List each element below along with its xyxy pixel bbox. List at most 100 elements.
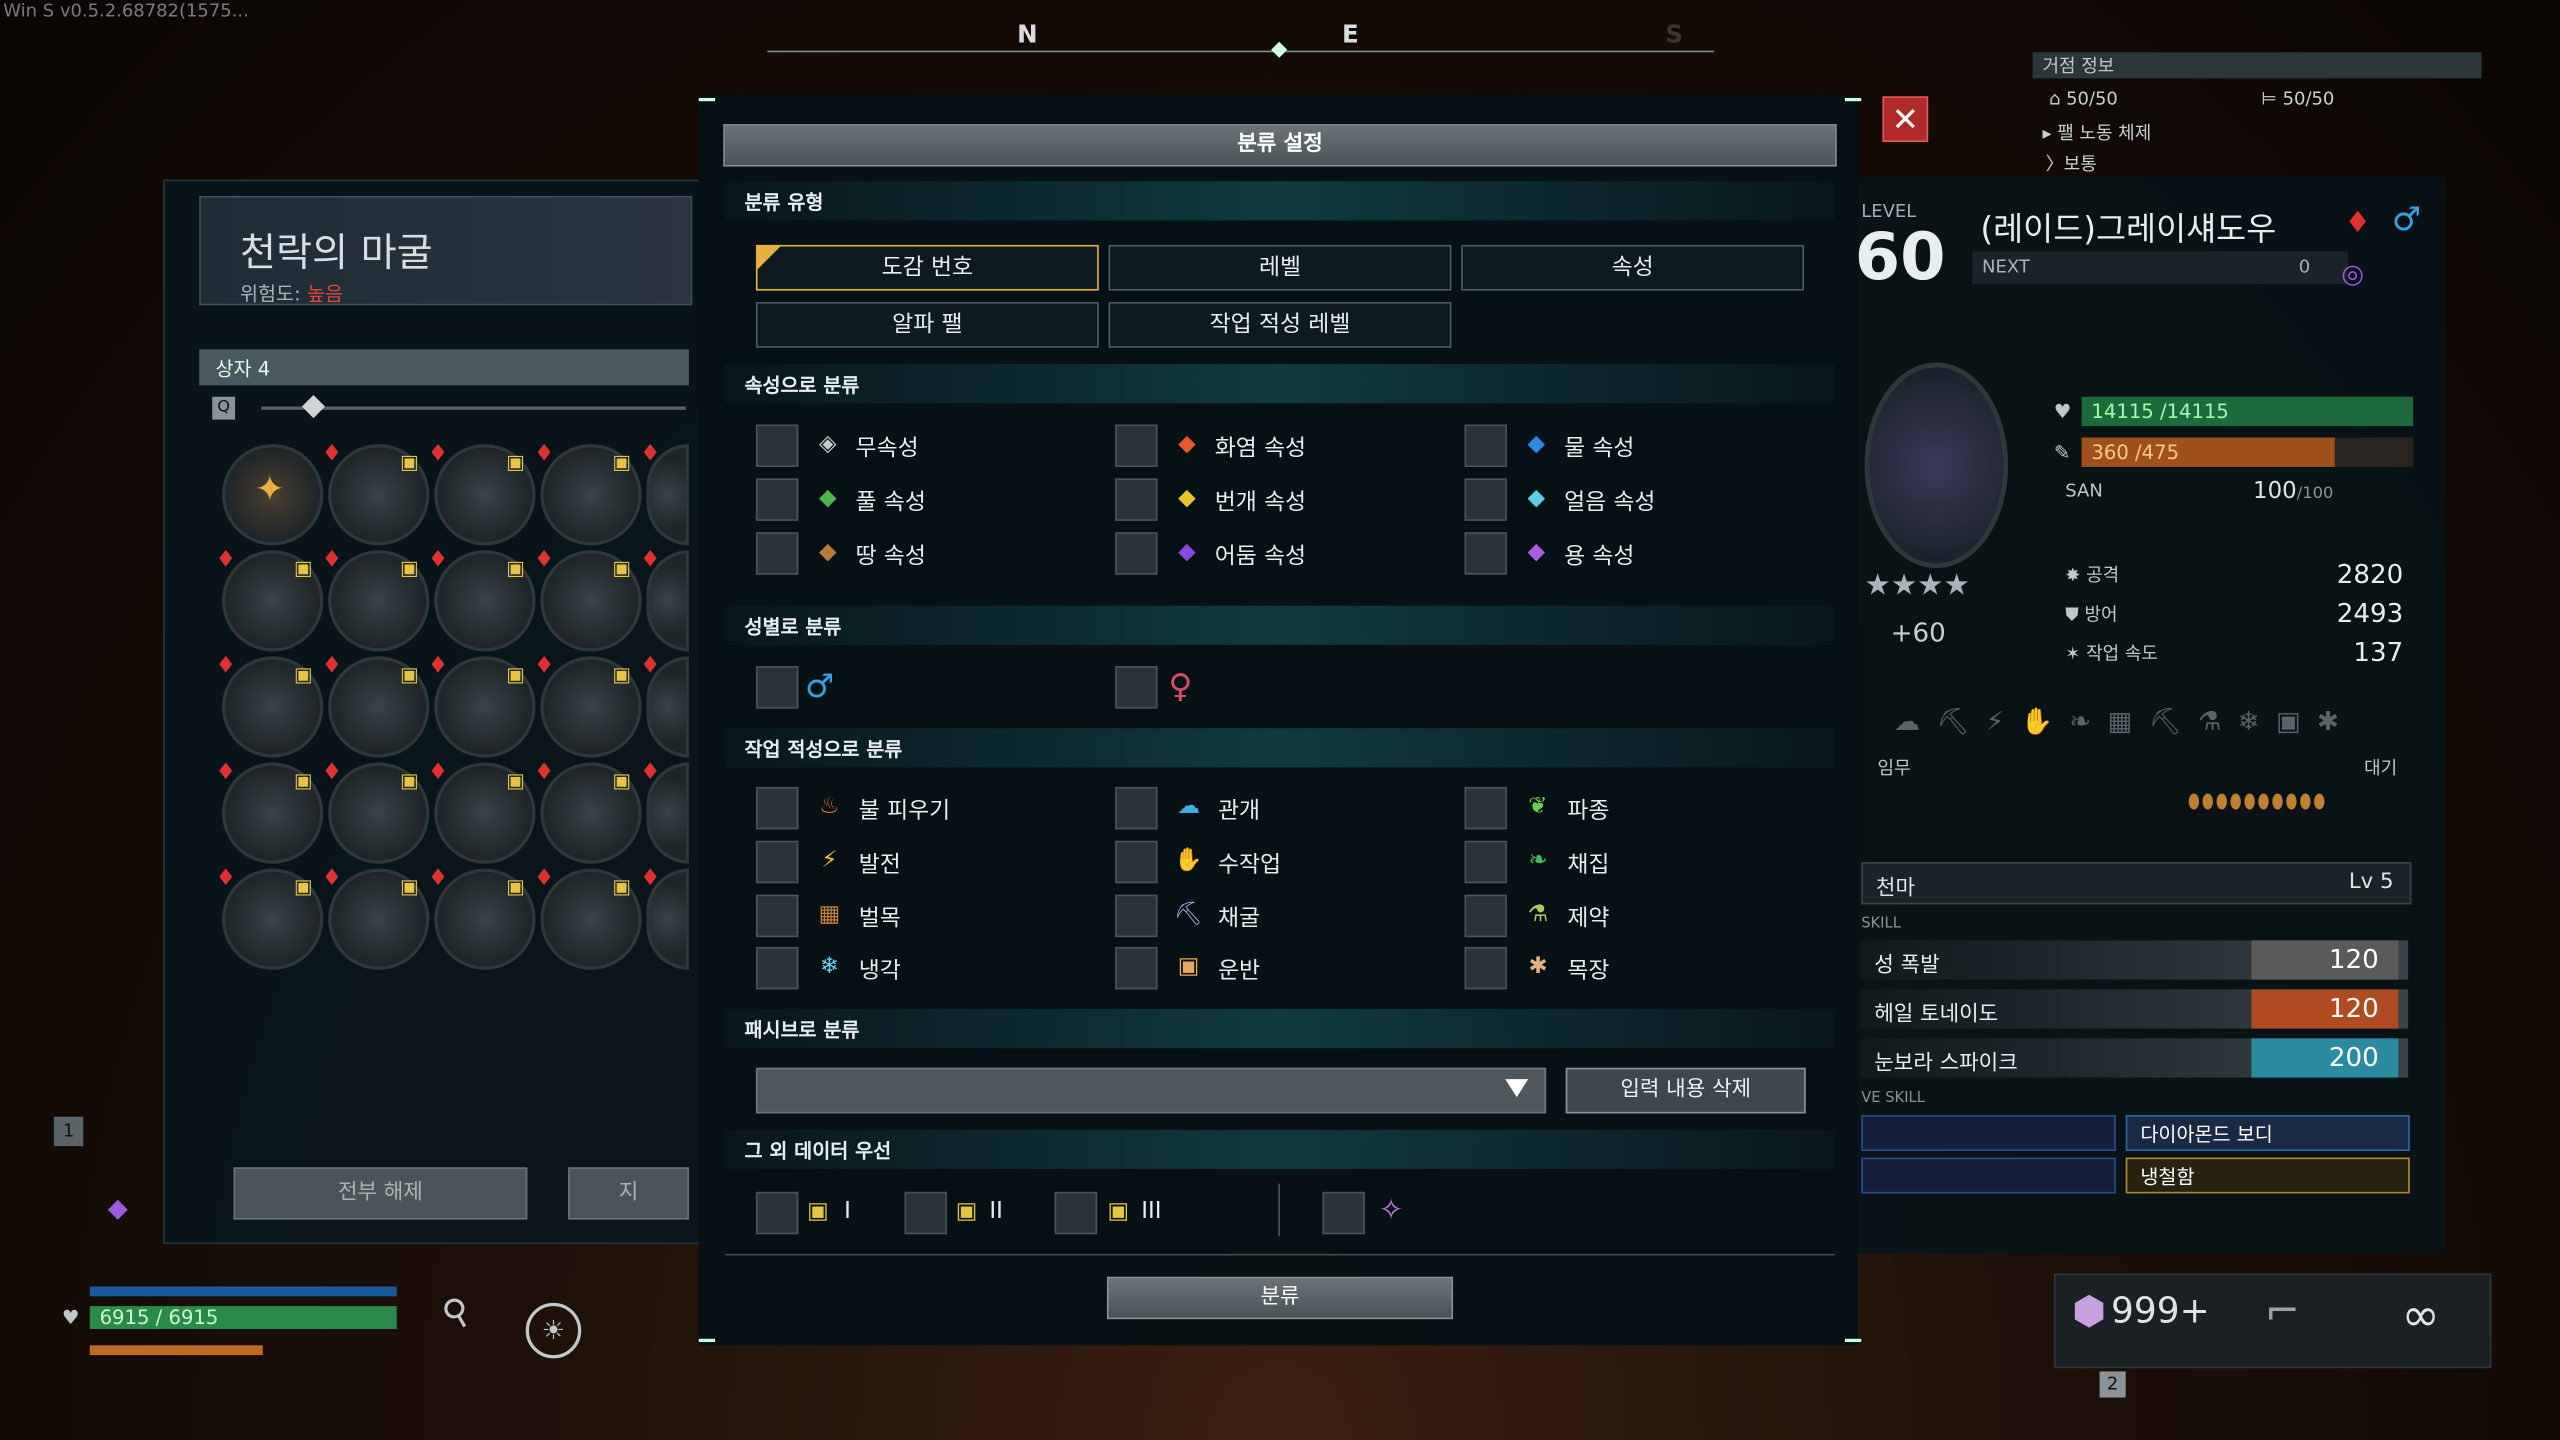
dark-icon: ◆ <box>1178 538 1196 565</box>
work-checkbox[interactable] <box>755 946 799 990</box>
work-checkbox[interactable] <box>1464 946 1507 990</box>
close-icon: ✕ <box>1891 99 1919 139</box>
work-checkbox[interactable] <box>755 840 799 884</box>
element-label: 얼음 속성 <box>1564 489 1656 516</box>
san-value: 100/100 <box>2253 478 2334 505</box>
work-checkbox[interactable] <box>1115 894 1158 938</box>
male-checkbox[interactable] <box>755 666 799 709</box>
element-checkbox[interactable] <box>755 532 799 575</box>
partner-skill[interactable]: 천마 Lv 5 <box>1861 862 2412 905</box>
lock-2-checkbox[interactable] <box>904 1191 947 1235</box>
element-label: 땅 속성 <box>855 543 926 570</box>
passive-slot[interactable] <box>1861 1115 2116 1152</box>
work-checkbox[interactable] <box>1464 894 1507 938</box>
element-checkbox[interactable] <box>755 424 799 467</box>
sort-type-dex[interactable]: 도감 번호 <box>755 244 1099 291</box>
work-checkbox[interactable] <box>755 894 799 938</box>
section-sort-type: 분류 유형 <box>724 181 1836 221</box>
compass-north: N <box>1017 19 1038 49</box>
work-label: 목장 <box>1567 958 1610 985</box>
alpha-devil-icon: ♦ <box>2344 205 2371 240</box>
pal-slot[interactable]: ♦ ▣ <box>534 759 642 864</box>
transporting-icon: ▣ <box>1177 953 1200 980</box>
close-button[interactable]: ✕ <box>1882 96 1929 143</box>
pal-slot[interactable]: ♦ ▣ <box>428 865 536 970</box>
pal-slot[interactable]: ♦ ▣ <box>428 759 536 864</box>
sort-button[interactable]: 분류 <box>1106 1276 1454 1320</box>
pal-slot[interactable]: ♦ ▣ <box>322 441 430 546</box>
pal-slot[interactable]: ♦ ▣ <box>322 547 430 652</box>
pal-slot[interactable]: ♦ ▣ <box>216 653 324 758</box>
passive-dropdown[interactable] <box>755 1067 1547 1114</box>
dialog-title: 분류 설정 <box>723 124 1837 167</box>
pal-slot[interactable]: ♦ ▣ <box>216 759 324 864</box>
work-label: 파종 <box>1567 798 1610 825</box>
sort-type-work-level[interactable]: 작업 적성 레벨 <box>1108 302 1452 348</box>
pal-slot[interactable]: ♦ ▣ <box>534 865 642 970</box>
active-skill-3[interactable]: 눈보라 스파이크 200 <box>1861 1038 2409 1078</box>
passive-slot[interactable] <box>1861 1157 2116 1194</box>
passive-skill-2[interactable]: 냉철함 <box>2125 1157 2410 1194</box>
lock-1-checkbox[interactable] <box>755 1191 799 1235</box>
pal-slot[interactable]: ♦ ▣ <box>322 653 430 758</box>
element-checkbox[interactable] <box>1115 424 1158 467</box>
base-info-header: 거점 정보 <box>2032 52 2482 79</box>
work-checkbox[interactable] <box>755 786 799 830</box>
bed-icon: ⊨ <box>2261 88 2277 110</box>
pal-slot[interactable]: ♦ ▣ <box>216 547 324 652</box>
work-checkbox[interactable] <box>1115 840 1158 884</box>
defense-label: ⛊ 방어 <box>2065 604 2118 626</box>
pal-slot[interactable]: ♦ ▣ <box>216 865 324 970</box>
element-checkbox[interactable] <box>1464 532 1507 575</box>
pal-slot[interactable]: ♦ ▣ <box>322 759 430 864</box>
work-label: 발전 <box>858 852 901 879</box>
section-work: 작업 적성으로 분류 <box>724 728 1836 768</box>
pal-slot[interactable]: ♦ ▣ <box>428 547 536 652</box>
lock-3-label: III <box>1141 1198 1162 1225</box>
gem-icon: ⬢ <box>2071 1288 2107 1334</box>
work-suitability-icons: ☁⛏⚡✋❧▦⛏⚗❄▣✱ <box>1893 705 2356 737</box>
release-all-button[interactable]: 전부 해제 <box>233 1167 528 1220</box>
work-checkbox[interactable] <box>1115 946 1158 990</box>
pal-slot[interactable]: ♦ ▣ <box>534 441 642 546</box>
pal-slot[interactable]: ♦ ▣ <box>534 653 642 758</box>
lock-3-checkbox[interactable] <box>1054 1191 1098 1235</box>
element-checkbox[interactable] <box>1115 532 1158 575</box>
attack-value: 2820 <box>2336 558 2404 590</box>
dna-checkbox[interactable] <box>1322 1191 1365 1235</box>
dark-element-icon: ◆ <box>107 1191 128 1223</box>
passive-skill-1[interactable]: 다이아몬드 보디 <box>2125 1115 2410 1152</box>
pal-slot[interactable]: ♦ ▣ <box>428 653 536 758</box>
female-checkbox[interactable] <box>1115 666 1158 709</box>
element-checkbox[interactable] <box>1115 478 1158 521</box>
work-checkbox[interactable] <box>1115 786 1158 830</box>
box-selector[interactable]: 상자 4 <box>199 349 689 386</box>
active-skill-1[interactable]: 성 폭발 120 <box>1861 940 2409 980</box>
work-checkbox[interactable] <box>1464 786 1507 830</box>
work-checkbox[interactable] <box>1464 840 1507 884</box>
element-checkbox[interactable] <box>755 478 799 521</box>
element-checkbox[interactable] <box>1464 424 1507 467</box>
box-action-button[interactable]: 지 <box>568 1167 689 1220</box>
pal-slot[interactable]: ✦ <box>222 444 324 546</box>
pal-slot[interactable]: ♦ ▣ <box>322 865 430 970</box>
food-meter: ⬮⬮⬮⬮⬮⬮⬮⬮⬮⬮ <box>2187 790 2328 814</box>
work-label: 불 피우기 <box>858 798 951 825</box>
defense-value: 2493 <box>2336 597 2404 629</box>
section-gender: 성별로 분류 <box>724 605 1836 645</box>
active-skill-2[interactable]: 헤일 토네이도 120 <box>1861 989 2409 1029</box>
tool-icon: ⚲ <box>435 1289 479 1338</box>
sort-type-level[interactable]: 레벨 <box>1108 244 1452 291</box>
sort-type-alpha[interactable]: 알파 팰 <box>755 302 1099 348</box>
lock-2-label: II <box>989 1198 1003 1225</box>
sort-type-element[interactable]: 속성 <box>1461 244 1805 291</box>
box-slider[interactable] <box>261 406 686 410</box>
risk-label: 위험도: 높음 <box>239 282 344 306</box>
clear-input-button[interactable]: 입력 내용 삭제 <box>1565 1067 1806 1114</box>
cooling-icon: ❄ <box>819 953 839 980</box>
pal-slot[interactable]: ♦ ▣ <box>534 547 642 652</box>
element-checkbox[interactable] <box>1464 478 1507 521</box>
section-other: 그 외 데이터 우선 <box>724 1129 1836 1169</box>
compass-marker-icon <box>1271 41 1288 58</box>
pal-slot[interactable]: ♦ ▣ <box>428 441 536 546</box>
